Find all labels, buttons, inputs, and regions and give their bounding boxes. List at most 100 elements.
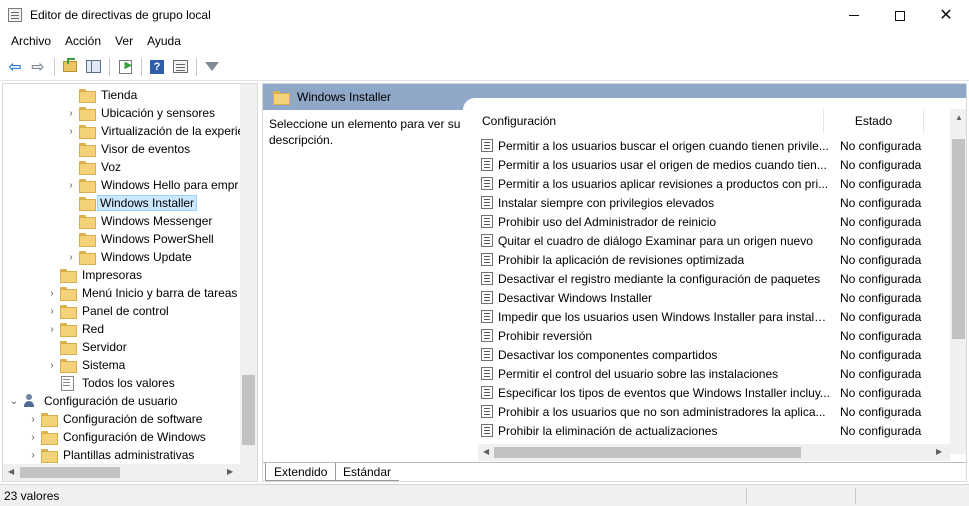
help-button[interactable]: ? <box>146 56 168 78</box>
scroll-left-icon[interactable]: ◀ <box>483 447 489 456</box>
column-header-estado[interactable]: Estado <box>824 109 924 133</box>
scroll-left-icon[interactable]: ◀ <box>8 467 14 476</box>
table-row[interactable]: Impedir que los usuarios usen Windows In… <box>478 307 948 326</box>
close-button[interactable]: ✕ <box>923 0 969 31</box>
chevron-right-icon[interactable]: › <box>63 126 79 137</box>
chevron-right-icon[interactable]: › <box>25 450 41 461</box>
properties-icon <box>172 60 188 73</box>
list-scroll-thumb[interactable] <box>952 139 965 339</box>
tree-item-windows-update[interactable]: › Windows Update <box>63 248 193 266</box>
setting-state: No configurada <box>839 157 922 172</box>
title-bar: Editor de directivas de grupo local ✕ <box>0 0 969 31</box>
table-row[interactable]: Prohibir la eliminación de actualizacion… <box>478 421 948 440</box>
filter-button[interactable] <box>201 56 223 78</box>
table-row[interactable]: Especificar los tipos de eventos que Win… <box>478 383 948 402</box>
chevron-right-icon[interactable]: › <box>63 180 79 191</box>
menu-accion[interactable]: Acción <box>58 31 108 53</box>
show-hide-tree-button[interactable] <box>82 56 104 78</box>
tree-item-label: Configuración de software <box>63 412 203 426</box>
setting-name: Prohibir a los usuarios que no son admin… <box>498 404 826 419</box>
tree-item-windows-messenger[interactable]: Windows Messenger <box>63 212 213 230</box>
chevron-right-icon[interactable]: › <box>44 306 60 317</box>
list-vertical-scrollbar[interactable]: ▲ <box>950 109 966 454</box>
table-row[interactable]: Permitir a los usuarios usar el origen d… <box>478 155 948 174</box>
tree-vertical-scrollbar[interactable] <box>240 84 257 464</box>
tree-item-voz[interactable]: Voz <box>63 158 122 176</box>
setting-name: Permitir el control del usuario sobre la… <box>498 366 779 381</box>
setting-name: Permitir a los usuarios usar el origen d… <box>498 157 827 172</box>
setting-name: Desactivar los componentes compartidos <box>498 347 718 362</box>
setting-state: No configurada <box>839 195 922 210</box>
list-hscroll-thumb[interactable] <box>494 447 801 458</box>
maximize-button[interactable] <box>877 0 923 31</box>
tab-extendido[interactable]: Extendido <box>265 463 337 481</box>
minimize-button[interactable] <box>831 0 877 31</box>
tree-item-todos-valores[interactable]: Todos los valores <box>44 374 176 392</box>
chevron-right-icon[interactable]: › <box>44 324 60 335</box>
tree-scroll-thumb[interactable] <box>242 375 255 445</box>
tree-item-label: Windows Messenger <box>101 214 213 228</box>
menu-ayuda[interactable]: Ayuda <box>140 31 188 53</box>
chevron-right-icon[interactable]: › <box>44 360 60 371</box>
tree-item-impresoras[interactable]: Impresoras <box>44 266 143 284</box>
tree-item-config-usuario[interactable]: ⌄ Configuración de usuario <box>6 392 178 410</box>
menu-archivo[interactable]: Archivo <box>4 31 58 53</box>
tree-item-label: Impresoras <box>82 268 143 282</box>
tree-item-visor-eventos[interactable]: Visor de eventos <box>63 140 191 158</box>
tree-hscroll-thumb[interactable] <box>20 467 120 478</box>
scroll-right-icon[interactable]: ▶ <box>936 447 942 456</box>
tree-item-plantillas[interactable]: › Plantillas administrativas <box>25 446 195 464</box>
tree-item-sistema[interactable]: › Sistema <box>44 356 126 374</box>
tree-horizontal-scrollbar[interactable]: ◀ ▶ <box>3 464 257 481</box>
table-row[interactable]: Permitir a los usuarios aplicar revision… <box>478 174 948 193</box>
folder-icon <box>41 412 58 427</box>
table-row[interactable]: Prohibir la aplicación de revisiones opt… <box>478 250 948 269</box>
folder-icon <box>79 250 96 265</box>
chevron-down-icon[interactable]: ⌄ <box>6 396 22 407</box>
tree-item-menu-inicio[interactable]: › Menú Inicio y barra de tareas <box>44 284 238 302</box>
policy-setting-icon <box>481 215 493 228</box>
tree-item-ubicacion[interactable]: › Ubicación y sensores <box>63 104 216 122</box>
table-row[interactable]: Prohibir uso del Administrador de reinic… <box>478 212 948 231</box>
chevron-right-icon[interactable]: › <box>63 108 79 119</box>
table-row[interactable]: Prohibir reversión No configurada <box>478 326 948 345</box>
tree-item-windows-powershell[interactable]: Windows PowerShell <box>63 230 215 248</box>
up-level-button[interactable] <box>59 56 81 78</box>
table-row[interactable]: Instalar siempre con privilegios elevado… <box>478 193 948 212</box>
table-row[interactable]: Desactivar Windows Installer No configura… <box>478 288 948 307</box>
scroll-right-icon[interactable]: ▶ <box>227 467 233 476</box>
chevron-right-icon[interactable]: › <box>44 288 60 299</box>
export-list-button[interactable] <box>114 56 136 78</box>
tree-item-red[interactable]: › Red <box>44 320 105 338</box>
table-row[interactable]: Permitir a los usuarios buscar el origen… <box>478 136 948 155</box>
setting-state: No configurada <box>839 138 922 153</box>
menu-ver[interactable]: Ver <box>108 31 140 53</box>
table-row[interactable]: Prohibir a los usuarios que no son admin… <box>478 402 948 421</box>
scroll-up-icon[interactable]: ▲ <box>955 113 963 122</box>
tree-item-windows-hello[interactable]: › Windows Hello para empr <box>63 176 239 194</box>
list-rows: Permitir a los usuarios buscar el origen… <box>478 136 948 440</box>
policy-setting-icon <box>481 196 493 209</box>
tree-item-tienda[interactable]: Tienda <box>63 86 138 104</box>
column-header-configuracion[interactable]: Configuración <box>478 109 824 133</box>
table-row[interactable]: Desactivar el registro mediante la confi… <box>478 269 948 288</box>
list-horizontal-scrollbar[interactable]: ◀ ▶ <box>478 444 950 461</box>
tree-item-servidor[interactable]: Servidor <box>44 338 128 356</box>
chevron-right-icon[interactable]: › <box>25 432 41 443</box>
tab-estandar[interactable]: Estándar <box>335 463 400 481</box>
tree-item-panel-control[interactable]: › Panel de control <box>44 302 170 320</box>
chevron-right-icon[interactable]: › <box>25 414 41 425</box>
properties-button[interactable] <box>169 56 191 78</box>
setting-name: Prohibir la aplicación de revisiones opt… <box>498 252 745 267</box>
table-row[interactable]: Desactivar los componentes compartidos No… <box>478 345 948 364</box>
back-button[interactable]: ⇦ <box>4 56 26 78</box>
table-row[interactable]: Quitar el cuadro de diálogo Examinar par… <box>478 231 948 250</box>
chevron-right-icon[interactable]: › <box>63 252 79 263</box>
setting-state: No configurada <box>839 290 922 305</box>
table-row[interactable]: Permitir el control del usuario sobre la… <box>478 364 948 383</box>
forward-button[interactable]: ⇨ <box>27 56 49 78</box>
tree-item-virtualizacion[interactable]: › Virtualización de la experie <box>63 122 245 140</box>
tree-item-config-windows[interactable]: › Configuración de Windows <box>25 428 207 446</box>
tree-item-windows-installer[interactable]: Windows Installer <box>63 194 198 212</box>
tree-item-config-software[interactable]: › Configuración de software <box>25 410 203 428</box>
